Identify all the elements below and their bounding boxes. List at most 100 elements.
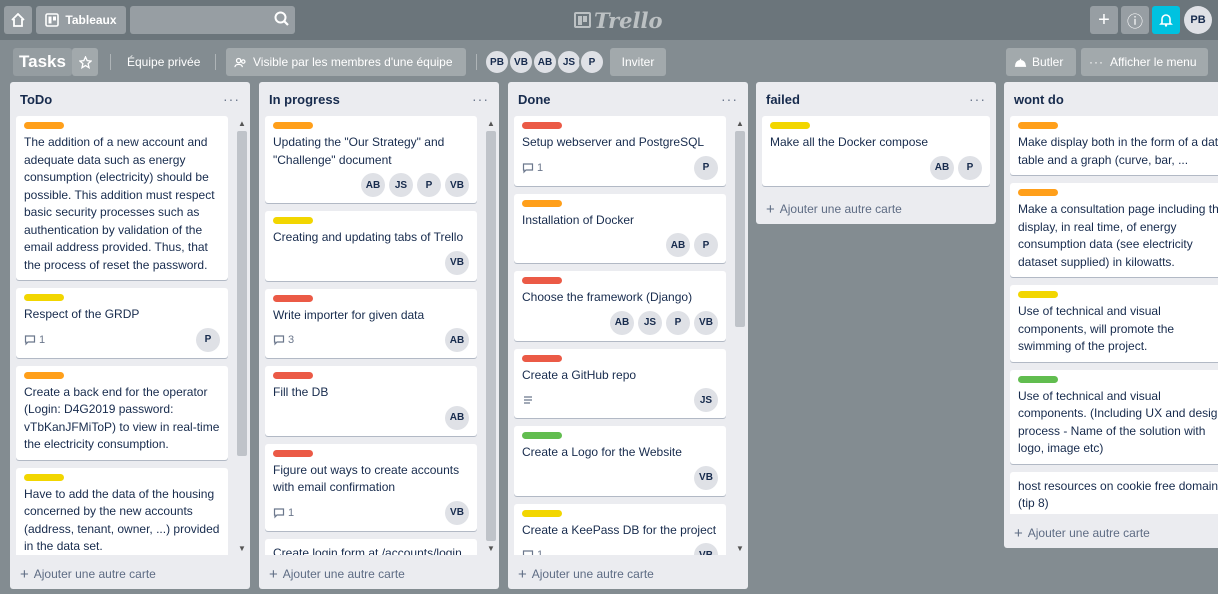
card[interactable]: host resources on cookie free domain (ti… xyxy=(1010,471,1218,514)
card[interactable]: Create login form at /accounts/login xyxy=(265,538,477,555)
card-member-avatar[interactable]: AB xyxy=(666,233,690,257)
card-member-avatar[interactable]: JS xyxy=(638,310,662,335)
card[interactable]: Create a GitHub repo JS xyxy=(514,348,726,418)
butler-button[interactable]: Butler xyxy=(1006,48,1076,76)
card-member-avatar[interactable]: JS xyxy=(389,173,413,197)
boards-button[interactable]: Tableaux xyxy=(36,6,126,34)
card-label[interactable] xyxy=(522,122,562,129)
list-title[interactable]: wont do xyxy=(1014,92,1064,107)
list-title[interactable]: failed xyxy=(766,92,800,107)
card[interactable]: Updating the "Our Strategy" and "Challen… xyxy=(265,116,477,203)
card[interactable]: Write importer for given data 3 AB xyxy=(265,288,477,358)
card-label[interactable] xyxy=(1018,375,1058,383)
board-member-avatar[interactable]: AB xyxy=(532,49,558,75)
card-member-avatar[interactable]: VB xyxy=(694,310,718,335)
card-label[interactable] xyxy=(273,122,313,129)
card-label[interactable] xyxy=(273,449,313,457)
list-header[interactable]: failed ··· xyxy=(756,82,996,116)
scroll-thumb[interactable] xyxy=(237,131,247,456)
list-scrollbar[interactable]: ▲ ▼ xyxy=(484,118,496,553)
card-member-avatar[interactable]: AB xyxy=(930,155,954,180)
card-member-avatar[interactable]: AB xyxy=(361,173,385,197)
search-icon[interactable] xyxy=(272,9,292,29)
board-title[interactable]: Tasks xyxy=(13,48,72,76)
list-header[interactable]: Done ··· xyxy=(508,82,748,116)
card-label[interactable] xyxy=(273,372,313,379)
add-card-button[interactable]: + Ajouter une autre carte xyxy=(508,559,748,589)
invite-button[interactable]: Inviter xyxy=(610,48,666,76)
card[interactable]: Fill the DB AB xyxy=(265,366,477,436)
card-label[interactable] xyxy=(24,122,64,129)
card-label[interactable] xyxy=(24,473,64,481)
info-button[interactable]: ⓘ xyxy=(1121,6,1149,34)
card-label[interactable] xyxy=(522,199,562,207)
card[interactable]: Choose the framework (Django) AB JS P VB xyxy=(514,271,726,341)
card-member-avatar[interactable]: P xyxy=(666,310,690,335)
add-card-button[interactable]: + Ajouter une autre carte xyxy=(10,559,250,589)
scroll-thumb[interactable] xyxy=(486,131,496,541)
visibility-button[interactable]: Visible par les membres d'une équipe xyxy=(226,48,466,76)
team-button[interactable]: Équipe privée xyxy=(127,48,200,76)
card-label[interactable] xyxy=(770,122,810,129)
list-header[interactable]: ToDo ··· xyxy=(10,82,250,116)
card-label[interactable] xyxy=(273,217,313,224)
scroll-up-arrow[interactable]: ▲ xyxy=(237,118,247,128)
card-member-avatar[interactable]: AB xyxy=(445,405,469,430)
card[interactable]: Make all the Docker compose AB P xyxy=(762,116,990,186)
list-menu-icon[interactable]: ··· xyxy=(472,91,489,107)
card[interactable]: Use of technical and visual components. … xyxy=(1010,369,1218,464)
add-card-button[interactable]: + Ajouter une autre carte xyxy=(756,194,996,224)
card-label[interactable] xyxy=(24,371,64,379)
card-label[interactable] xyxy=(522,277,562,284)
card[interactable]: Have to add the data of the housing conc… xyxy=(16,467,228,555)
card-label[interactable] xyxy=(522,509,562,517)
card-member-avatar[interactable]: P xyxy=(196,327,220,352)
search-input[interactable] xyxy=(130,6,295,34)
board-member-avatar[interactable]: PB xyxy=(484,49,510,75)
list-title[interactable]: ToDo xyxy=(20,92,52,107)
card[interactable]: Create a Logo for the Website VB xyxy=(514,426,726,496)
card[interactable]: Respect of the GRDP 1 P xyxy=(16,288,228,358)
add-card-button[interactable]: + Ajouter une autre carte xyxy=(259,559,499,589)
card-member-avatar[interactable]: JS xyxy=(694,388,718,412)
scroll-down-arrow[interactable]: ▼ xyxy=(735,543,745,553)
user-avatar[interactable]: PB xyxy=(1184,6,1212,34)
board-member-avatar[interactable]: P xyxy=(579,49,605,75)
list-menu-icon[interactable]: ··· xyxy=(721,91,738,107)
star-button[interactable] xyxy=(72,48,98,76)
list-menu-icon[interactable]: ··· xyxy=(223,91,240,107)
card[interactable]: The addition of a new account and adequa… xyxy=(16,116,228,280)
card-member-avatar[interactable]: VB xyxy=(694,465,718,490)
add-card-button[interactable]: + Ajouter une autre carte xyxy=(1004,518,1218,548)
card-label[interactable] xyxy=(1018,122,1058,129)
board-member-avatar[interactable]: VB xyxy=(508,49,534,75)
card-label[interactable] xyxy=(273,294,313,302)
home-button[interactable] xyxy=(4,6,32,34)
add-button[interactable]: + xyxy=(1090,6,1118,34)
card-member-avatar[interactable]: P xyxy=(694,155,718,180)
list-menu-icon[interactable]: ··· xyxy=(969,91,986,107)
list-scrollbar[interactable]: ▲ ▼ xyxy=(235,118,247,553)
card-member-avatar[interactable]: P xyxy=(417,173,441,197)
card[interactable]: Setup webserver and PostgreSQL 1 P xyxy=(514,116,726,186)
card-member-avatar[interactable]: AB xyxy=(445,328,469,352)
scroll-up-arrow[interactable]: ▲ xyxy=(486,118,496,128)
list-scrollbar[interactable]: ▲ ▼ xyxy=(733,118,745,553)
card-member-avatar[interactable]: P xyxy=(694,233,718,257)
card-label[interactable] xyxy=(24,294,64,301)
scroll-up-arrow[interactable]: ▲ xyxy=(735,118,745,128)
card[interactable]: Figure out ways to create accounts with … xyxy=(265,443,477,531)
scroll-down-arrow[interactable]: ▼ xyxy=(237,543,247,553)
card-member-avatar[interactable]: P xyxy=(958,155,982,180)
card[interactable]: Use of technical and visual components, … xyxy=(1010,285,1218,362)
scroll-down-arrow[interactable]: ▼ xyxy=(486,543,496,553)
list-title[interactable]: Done xyxy=(518,92,551,107)
list-title[interactable]: In progress xyxy=(269,92,340,107)
card[interactable]: Creating and updating tabs of Trello VB xyxy=(265,211,477,281)
notifications-button[interactable] xyxy=(1152,6,1180,34)
card[interactable]: Make display both in the form of a data … xyxy=(1010,116,1218,175)
card[interactable]: Create a back end for the operator (Logi… xyxy=(16,365,228,460)
list-header[interactable]: wont do xyxy=(1004,82,1218,116)
card-member-avatar[interactable]: VB xyxy=(445,173,469,197)
show-menu-button[interactable]: ··· Afficher le menu xyxy=(1081,48,1208,76)
